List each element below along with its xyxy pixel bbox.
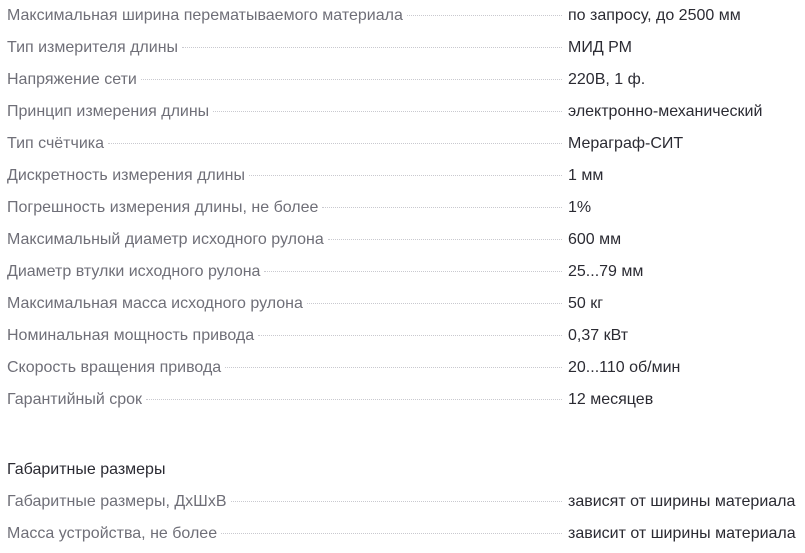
- spec-value: 600 мм: [568, 231, 622, 248]
- spec-label: Тип счётчика: [7, 135, 105, 152]
- spec-label: Максимальная масса исходного рулона: [7, 295, 303, 312]
- spec-label: Номинальная мощность привода: [7, 327, 255, 344]
- spec-value: по запросу, до 2500 мм: [568, 7, 741, 24]
- dimensions-table: Габаритные размеры, ДхШхВ зависят от шир…: [7, 486, 805, 550]
- spec-value: 12 месяцев: [568, 391, 654, 408]
- spec-row: Диаметр втулки исходного рулона 25...79 …: [7, 256, 805, 288]
- spec-row: Скорость вращения привода 20...110 об/ми…: [7, 352, 805, 384]
- spec-value: 25...79 мм: [568, 263, 644, 280]
- spec-value: Мераграф-СИТ: [568, 135, 684, 152]
- spec-row: Тип измерителя длины МИД РМ: [7, 32, 805, 64]
- spec-value: 1%: [568, 199, 592, 216]
- spec-row: Габаритные размеры, ДхШхВ зависят от шир…: [7, 486, 805, 518]
- dotted-leader: [225, 366, 562, 368]
- spec-label: Погрешность измерения длины, не более: [7, 199, 319, 216]
- spec-row: Тип счётчика Мераграф-СИТ: [7, 128, 805, 160]
- spec-label: Диаметр втулки исходного рулона: [7, 263, 261, 280]
- spec-value: зависят от ширины материала: [568, 493, 796, 510]
- spec-row: Номинальная мощность привода 0,37 кВт: [7, 320, 805, 352]
- spec-value: 0,37 кВт: [568, 327, 629, 344]
- spec-row: Погрешность измерения длины, не более 1%: [7, 192, 805, 224]
- spec-row: Напряжение сети 220В, 1 ф.: [7, 64, 805, 96]
- spec-row: Гарантийный срок 12 месяцев: [7, 384, 805, 416]
- spec-label: Дискретность измерения длины: [7, 167, 246, 184]
- spec-label: Максимальная ширина перематываемого мате…: [7, 7, 403, 24]
- dotted-leader: [230, 500, 562, 502]
- spec-row: Максимальная масса исходного рулона 50 к…: [7, 288, 805, 320]
- spec-label: Максимальный диаметр исходного рулона: [7, 231, 324, 248]
- spec-value: 20...110 об/мин: [568, 359, 681, 376]
- spec-label: Тип измерителя длины: [7, 39, 179, 56]
- spec-row: Максимальный диаметр исходного рулона 60…: [7, 224, 805, 256]
- dotted-leader: [140, 78, 562, 80]
- dotted-leader: [146, 398, 562, 400]
- spec-label: Скорость вращения привода: [7, 359, 222, 376]
- spec-row: Максимальная ширина перематываемого мате…: [7, 0, 805, 32]
- spec-value: электронно-механический: [568, 103, 763, 120]
- specifications-table: Максимальная ширина перематываемого мате…: [7, 0, 805, 416]
- spec-value: 220В, 1 ф.: [568, 71, 646, 88]
- dotted-leader: [406, 14, 562, 16]
- dotted-leader: [249, 174, 562, 176]
- spec-value: 1 мм: [568, 167, 604, 184]
- spec-row: Масса устройства, не более зависит от ши…: [7, 518, 805, 550]
- spec-label: Гарантийный срок: [7, 391, 143, 408]
- spec-label: Масса устройства, не более: [7, 525, 218, 542]
- spec-value: МИД РМ: [568, 39, 632, 56]
- spec-value: 50 кг: [568, 295, 604, 312]
- dimensions-heading: Габаритные размеры: [7, 461, 166, 478]
- spec-row: Принцип измерения длины электронно-механ…: [7, 96, 805, 128]
- dotted-leader: [108, 142, 562, 144]
- spec-value: зависит от ширины материала: [568, 525, 796, 542]
- dotted-leader: [264, 270, 562, 272]
- dotted-leader: [327, 238, 562, 240]
- spec-label: Габаритные размеры, ДхШхВ: [7, 493, 227, 510]
- dotted-leader: [182, 46, 562, 48]
- spec-row: Дискретность измерения длины 1 мм: [7, 160, 805, 192]
- dotted-leader: [221, 532, 562, 534]
- dotted-leader: [213, 110, 562, 112]
- dotted-leader: [306, 302, 562, 304]
- spec-label: Напряжение сети: [7, 71, 137, 88]
- dotted-leader: [258, 334, 562, 336]
- dotted-leader: [322, 206, 562, 208]
- spec-label: Принцип измерения длины: [7, 103, 210, 120]
